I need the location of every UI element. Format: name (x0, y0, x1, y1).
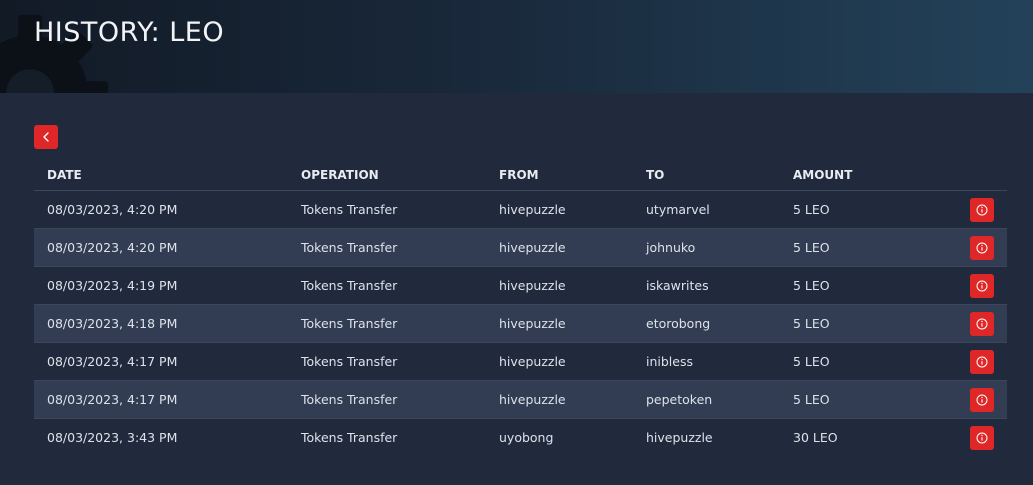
info-icon (976, 432, 988, 443)
cell-actions (943, 419, 1007, 457)
cell-actions (943, 342, 1007, 381)
table-row: 08/03/2023, 4:18 PM Tokens Transfer hive… (34, 304, 1007, 343)
cell-to: etorobong (633, 304, 780, 343)
info-icon (976, 356, 988, 367)
cell-to: utymarvel (633, 190, 780, 229)
column-header-from: FROM (486, 160, 633, 191)
table-row: 08/03/2023, 4:20 PM Tokens Transfer hive… (34, 228, 1007, 267)
cell-amount: 5 LEO (780, 266, 943, 305)
info-icon (976, 242, 988, 253)
cell-amount: 5 LEO (780, 304, 943, 343)
cell-to: iskawrites (633, 266, 780, 305)
cell-from: hivepuzzle (486, 304, 633, 343)
cell-amount: 5 LEO (780, 228, 943, 267)
table-row: 08/03/2023, 3:43 PM Tokens Transfer uyob… (34, 419, 1007, 457)
chevron-left-icon (43, 132, 49, 142)
cell-date: 08/03/2023, 4:17 PM (34, 342, 288, 381)
cell-date: 08/03/2023, 4:17 PM (34, 380, 288, 419)
cell-actions (943, 266, 1007, 305)
cell-operation: Tokens Transfer (288, 228, 486, 267)
info-button[interactable] (970, 197, 994, 222)
cell-actions (943, 228, 1007, 267)
back-button[interactable] (34, 125, 58, 149)
info-icon (976, 318, 988, 329)
cell-operation: Tokens Transfer (288, 304, 486, 343)
table-row: 08/03/2023, 4:19 PM Tokens Transfer hive… (34, 266, 1007, 305)
column-header-date: DATE (34, 160, 288, 191)
cell-operation: Tokens Transfer (288, 190, 486, 229)
cell-date: 08/03/2023, 3:43 PM (47, 430, 178, 445)
cell-amount: 5 LEO (780, 380, 943, 419)
column-header-operation: OPERATION (288, 160, 486, 191)
page-title: HISTORY: LEO (34, 17, 225, 48)
info-button[interactable] (970, 235, 994, 260)
cell-date: 08/03/2023, 4:19 PM (34, 266, 288, 305)
cell-from: uyobong (499, 430, 554, 445)
info-button[interactable] (970, 425, 994, 450)
cell-amount: 30 LEO (793, 430, 838, 445)
info-button[interactable] (970, 349, 994, 374)
cell-actions (943, 304, 1007, 343)
column-header-to: TO (633, 160, 780, 191)
cell-actions (943, 380, 1007, 419)
cell-to: inibless (633, 342, 780, 381)
cell-actions (943, 190, 1007, 229)
table-row: 08/03/2023, 4:17 PM Tokens Transfer hive… (34, 342, 1007, 381)
cell-date: 08/03/2023, 4:20 PM (34, 190, 288, 229)
cell-amount: 5 LEO (780, 190, 943, 229)
table-header-row: DATE OPERATION FROM TO AMOUNT (34, 160, 1007, 191)
cell-operation: Tokens Transfer (288, 342, 486, 381)
info-icon (976, 204, 988, 215)
info-button[interactable] (970, 273, 994, 298)
cell-date: 08/03/2023, 4:20 PM (34, 228, 288, 267)
cell-from: hivepuzzle (486, 342, 633, 381)
info-button[interactable] (970, 387, 994, 412)
page-header: HISTORY: LEO (0, 0, 1033, 93)
info-button[interactable] (970, 311, 994, 336)
cell-from: hivepuzzle (486, 380, 633, 419)
table-row: 08/03/2023, 4:17 PM Tokens Transfer hive… (34, 380, 1007, 419)
history-table: DATE OPERATION FROM TO AMOUNT 08/03/2023… (34, 160, 1007, 456)
cell-to: johnuko (633, 228, 780, 267)
info-icon (976, 394, 988, 405)
cell-operation: Tokens Transfer (288, 266, 486, 305)
cell-date: 08/03/2023, 4:18 PM (34, 304, 288, 343)
column-header-actions (943, 160, 1007, 191)
cell-from: hivepuzzle (486, 228, 633, 267)
column-header-amount: AMOUNT (780, 160, 943, 191)
table-row: 08/03/2023, 4:20 PM Tokens Transfer hive… (34, 190, 1007, 229)
cell-to: hivepuzzle (646, 430, 713, 445)
cell-operation: Tokens Transfer (288, 380, 486, 419)
cell-operation: Tokens Transfer (301, 430, 398, 445)
cell-from: hivepuzzle (486, 266, 633, 305)
cell-to: pepetoken (633, 380, 780, 419)
main-content: DATE OPERATION FROM TO AMOUNT 08/03/2023… (0, 93, 1033, 456)
cell-from: hivepuzzle (486, 190, 633, 229)
cell-amount: 5 LEO (780, 342, 943, 381)
info-icon (976, 280, 988, 291)
